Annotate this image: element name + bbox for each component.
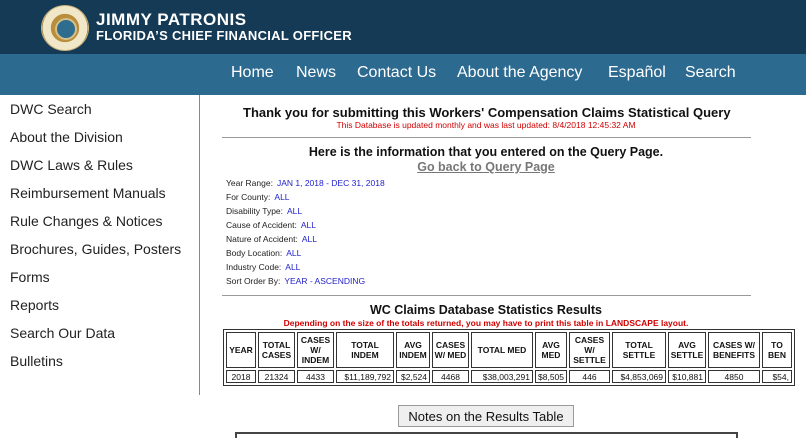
table-cell: 4850 [708, 370, 760, 383]
query-row: Body Location: ALL [226, 248, 301, 258]
sidebar-item-reimbursement-manuals[interactable]: Reimbursement Manuals [10, 185, 166, 201]
table-cell: $11,189,792 [336, 370, 394, 383]
query-row: Nature of Accident: ALL [226, 234, 317, 244]
sidebar-item-rule-changes[interactable]: Rule Changes & Notices [10, 213, 163, 229]
col-header: YEAR [226, 332, 256, 368]
col-header: TO BEN [762, 332, 792, 368]
sidebar: DWC Search About the Division DWC Laws &… [0, 95, 200, 395]
query-value: ALL [286, 248, 302, 258]
sidebar-item-about-division[interactable]: About the Division [10, 129, 123, 145]
query-label: Disability Type: [226, 206, 284, 216]
florida-cfo-seal-icon[interactable] [41, 5, 89, 51]
query-value: ALL [287, 206, 303, 216]
table-cell: $2,524 [396, 370, 430, 383]
query-label: Body Location: [226, 248, 283, 258]
divider [222, 137, 751, 138]
sidebar-item-forms[interactable]: Forms [10, 269, 50, 285]
table-cell: 4433 [297, 370, 334, 383]
col-header: AVG INDEM [396, 332, 430, 368]
query-row: Sort Order By: YEAR - ASCENDING [226, 276, 365, 286]
sidebar-item-dwc-search[interactable]: DWC Search [10, 101, 92, 117]
table-cell: 2018 [226, 370, 256, 383]
sidebar-item-search-data[interactable]: Search Our Data [10, 325, 115, 341]
query-value: ALL [301, 234, 317, 244]
main-nav: Home News Contact Us About the Agency Es… [0, 54, 806, 95]
query-value: ALL [300, 220, 317, 230]
official-name[interactable]: JIMMY PATRONIS [96, 10, 247, 30]
col-header: TOTAL SETTLE [612, 332, 666, 368]
query-label: Sort Order By: [226, 276, 281, 286]
sidebar-item-bulletins[interactable]: Bulletins [10, 353, 63, 369]
nav-espanol[interactable]: Español [608, 64, 666, 82]
table-header-row: YEAR TOTAL CASES CASES W/ INDEM TOTAL IN… [226, 332, 792, 368]
table-cell: 21324 [258, 370, 295, 383]
notes-table-top [235, 432, 738, 438]
nav-search[interactable]: Search [685, 64, 736, 82]
query-label: Year Range: [226, 178, 273, 188]
query-row: Industry Code: ALL [226, 262, 300, 272]
col-header: CASES W/ SETTLE [569, 332, 610, 368]
nav-news[interactable]: News [296, 64, 336, 82]
query-row: Disability Type: ALL [226, 206, 302, 216]
col-header: TOTAL MED [471, 332, 533, 368]
query-label: Industry Code: [226, 262, 282, 272]
update-notice: This Database is updated monthly and was… [336, 120, 636, 130]
query-label: For County: [226, 192, 271, 202]
divider [222, 295, 751, 296]
col-header: TOTAL CASES [258, 332, 295, 368]
col-header: CASES W/ MED [432, 332, 469, 368]
query-row: For County: ALL [226, 192, 290, 202]
table-cell: $4,853,069 [612, 370, 666, 383]
official-title[interactable]: FLORIDA’S CHIEF FINANCIAL OFFICER [96, 28, 352, 43]
col-header: AVG SETTLE [668, 332, 706, 368]
sidebar-item-laws-rules[interactable]: DWC Laws & Rules [10, 157, 133, 173]
table-cell: $38,003,291 [471, 370, 533, 383]
query-value: YEAR - ASCENDING [284, 276, 366, 286]
results-title: WC Claims Database Statistics Results [369, 303, 603, 317]
main-content: Thank you for submitting this Workers' C… [201, 95, 806, 438]
nav-about-agency[interactable]: About the Agency [457, 64, 582, 82]
sidebar-item-reports[interactable]: Reports [10, 297, 59, 313]
query-value: JAN 1, 2018 - DEC 31, 2018 [276, 178, 385, 188]
table-cell: $8,505 [535, 370, 567, 383]
query-value: ALL [285, 262, 301, 272]
query-row: Year Range: JAN 1, 2018 - DEC 31, 2018 [226, 178, 385, 188]
col-header: CASES W/ BENEFITS [708, 332, 760, 368]
sidebar-item-brochures[interactable]: Brochures, Guides, Posters [10, 241, 181, 257]
query-label: Cause of Accident: [226, 220, 297, 230]
table-cell: $10,881 [668, 370, 706, 383]
table-cell: $54, [762, 370, 792, 383]
col-header: CASES W/ INDEM [297, 332, 334, 368]
notes-button[interactable]: Notes on the Results Table [398, 405, 574, 427]
nav-contact-us[interactable]: Contact Us [357, 64, 436, 82]
table-cell: 446 [569, 370, 610, 383]
col-header: TOTAL INDEM [336, 332, 394, 368]
results-warning: Depending on the size of the totals retu… [283, 318, 689, 328]
query-row: Cause of Accident: ALL [226, 220, 316, 230]
site-header: JIMMY PATRONIS FLORIDA’S CHIEF FINANCIAL… [0, 0, 806, 54]
go-back-link[interactable]: Go back to Query Page [243, 160, 729, 174]
table-cell: 4468 [432, 370, 469, 383]
page-title: Thank you for submitting this Workers' C… [243, 105, 731, 120]
table-row: 2018 21324 4433 $11,189,792 $2,524 4468 … [226, 370, 792, 383]
nav-home[interactable]: Home [231, 64, 274, 82]
query-value: ALL [274, 192, 290, 202]
info-title: Here is the information that you entered… [308, 145, 664, 159]
col-header: AVG MED [535, 332, 567, 368]
query-label: Nature of Accident: [226, 234, 298, 244]
results-table: YEAR TOTAL CASES CASES W/ INDEM TOTAL IN… [223, 329, 795, 386]
